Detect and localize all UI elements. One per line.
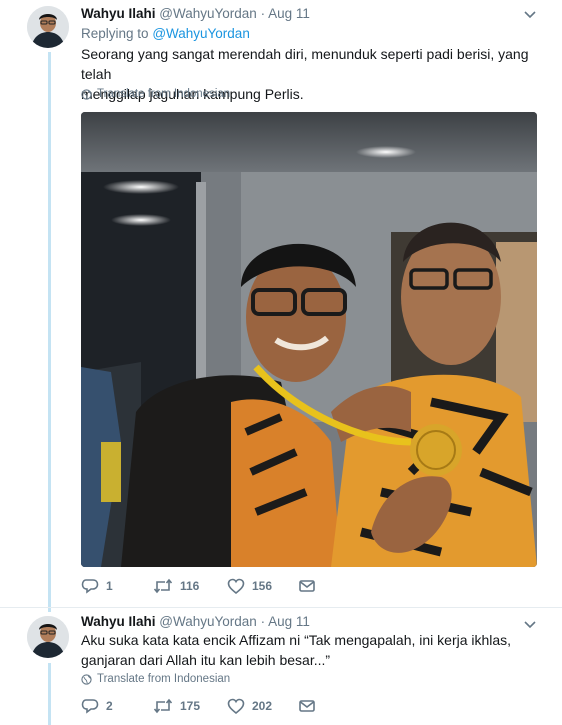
tweet-header: Wahyu Ilahi @WahyuYordan · Aug 11 [81,6,310,21]
globe-icon [81,88,92,100]
tweet-date[interactable]: Aug 11 [268,6,310,21]
reply-icon [81,699,99,714]
translate-label[interactable]: Translate from Indonesian [97,88,230,100]
separator: · [260,6,266,21]
translate-link[interactable]: Translate from Indonesian [81,88,230,100]
tweet-divider [0,607,562,608]
tweet-1[interactable]: Wahyu Ilahi @WahyuYordan · Aug 11 Replyi… [0,0,562,610]
retweet-count: 175 [180,699,201,713]
retweet-icon [153,578,173,594]
retweet-button[interactable]: 175 [153,698,227,714]
tweet-date[interactable]: Aug 11 [268,614,310,629]
reply-button[interactable]: 2 [81,698,153,714]
heart-icon [227,578,245,594]
direct-message-button[interactable] [299,579,315,593]
author-handle[interactable]: @WahyuYordan [159,6,257,21]
separator: · [260,614,266,629]
reply-count: 2 [106,699,113,713]
retweet-icon [153,698,173,714]
replying-to-handle[interactable]: @WahyuYordan [152,26,250,41]
reply-button[interactable]: 1 [81,578,153,594]
like-button[interactable]: 156 [227,578,299,594]
reply-icon [81,579,99,594]
like-button[interactable]: 202 [227,698,299,714]
retweet-count: 116 [180,579,200,593]
tweet-text-line: ganjaran dari Allah itu kan lebih besar.… [81,652,331,668]
tweet-text-line: Aku suka kata kata encik Affizam ni “Tak… [81,632,512,648]
globe-icon [81,673,92,685]
like-count: 156 [252,579,273,593]
replying-to-label: Replying to [81,26,149,41]
avatar[interactable] [27,616,69,658]
translate-link[interactable]: Translate from Indonesian [81,673,230,685]
tweet-text: Aku suka kata kata encik Affizam ni “Tak… [81,630,531,670]
tweet-photo[interactable] [81,112,537,567]
tweet-text-line: Seorang yang sangat merendah diri, menun… [81,46,529,82]
like-count: 202 [252,699,273,713]
tweet-2[interactable]: Wahyu Ilahi @WahyuYordan · Aug 11 Aku su… [0,610,562,725]
tweet-header: Wahyu Ilahi @WahyuYordan · Aug 11 [81,614,310,629]
translate-label[interactable]: Translate from Indonesian [97,673,230,685]
author-name[interactable]: Wahyu Ilahi [81,614,156,629]
chevron-down-icon[interactable] [522,6,538,22]
tweet-actions: 2 175 202 [81,698,315,714]
envelope-icon [299,700,315,712]
author-handle[interactable]: @WahyuYordan [159,614,257,629]
reply-count: 1 [106,579,113,593]
tweet-actions: 1 116 156 [81,578,315,594]
heart-icon [227,698,245,714]
envelope-icon [299,580,315,592]
replying-to: Replying to @WahyuYordan [81,26,250,41]
author-name[interactable]: Wahyu Ilahi [81,6,156,21]
direct-message-button[interactable] [299,699,315,713]
avatar[interactable] [27,6,69,48]
retweet-button[interactable]: 116 [153,578,227,594]
